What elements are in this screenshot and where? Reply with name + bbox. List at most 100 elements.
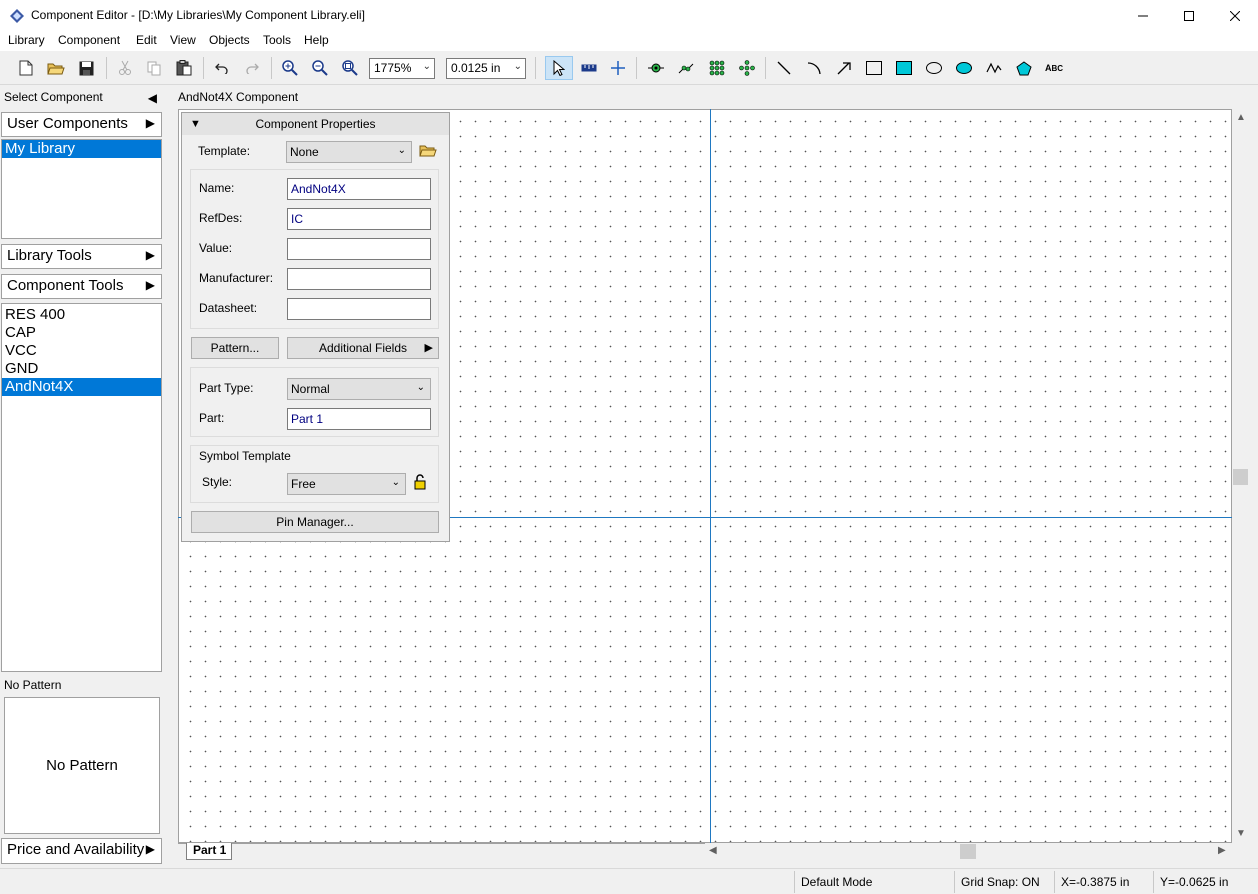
additional-fields-button[interactable]: Additional Fields ▶ [287,337,439,359]
arc-tool-button[interactable] [801,56,827,80]
value-field[interactable] [287,238,431,260]
pattern-preview-text: No Pattern [46,757,118,774]
line-icon [777,61,791,75]
open-button[interactable] [43,56,69,80]
component-list[interactable]: RES 400 CAP VCC GND AndNot4X [1,303,162,672]
pin-tool-button[interactable] [643,56,669,80]
zoom-select[interactable]: 1775% ⌄ [369,58,435,79]
template-select[interactable]: None ⌄ [286,141,412,163]
minimize-button[interactable] [1120,0,1166,31]
list-item[interactable]: VCC [2,342,161,360]
list-item[interactable]: RES 400 [2,306,161,324]
scroll-left-icon[interactable]: ◀ [709,845,717,856]
menu-component[interactable]: Component [58,33,120,47]
rectangle-tool-button[interactable] [861,56,887,80]
scroll-right-icon[interactable]: ▶ [1218,845,1226,856]
list-item[interactable]: CAP [2,324,161,342]
maximize-button[interactable] [1166,0,1212,31]
save-button[interactable] [73,56,99,80]
arrow-tool-button[interactable] [831,56,857,80]
title-bar: Component Editor - [D:\My Libraries\My C… [0,0,1258,31]
copy-icon [147,61,160,75]
scroll-down-icon[interactable]: ▼ [1236,828,1246,839]
origin-axis-vertical [710,109,711,843]
manufacturer-field[interactable] [287,268,431,290]
menu-library[interactable]: Library [8,33,45,47]
new-button[interactable] [13,56,39,80]
datasheet-field[interactable] [287,298,431,320]
pin-manager-button[interactable]: Pin Manager... [191,511,439,533]
zoom-fit-button[interactable] [337,56,363,80]
filled-rectangle-tool-button[interactable] [891,56,917,80]
pin-array-button[interactable] [673,56,699,80]
price-availability-button[interactable]: Price and Availability ▶ [1,838,162,864]
user-components-button[interactable]: User Components ▶ [1,112,162,137]
text-tool-button[interactable]: ABC [1041,56,1067,80]
pin-cross-button[interactable] [734,56,760,80]
list-item[interactable]: GND [2,360,161,378]
filled-ellipse-tool-button[interactable] [951,56,977,80]
collapse-left-icon[interactable]: ◀ [148,91,157,105]
part-field[interactable]: Part 1 [287,408,431,430]
template-open-button[interactable] [419,143,437,160]
select-tool-button[interactable] [545,56,573,80]
horizontal-scrollbar[interactable]: ◀ ▶ [705,843,1232,860]
polyline-tool-button[interactable] [981,56,1007,80]
component-tools-button[interactable]: Component Tools ▶ [1,274,162,299]
minimize-icon [1138,15,1148,16]
tab-part-1[interactable]: Part 1 [186,843,232,860]
undo-button[interactable] [209,56,235,80]
measure-tool-button[interactable] [576,56,602,80]
pattern-label: No Pattern [4,678,62,692]
grid-select[interactable]: 0.0125 in ⌄ [446,58,526,79]
library-item-my-library[interactable]: My Library [2,140,161,158]
part-type-value: Normal [291,382,330,396]
menu-tools[interactable]: Tools [263,33,291,47]
pattern-button-label: Pattern... [210,341,260,355]
cut-icon [119,60,131,75]
origin-tool-button[interactable] [605,56,631,80]
menu-help[interactable]: Help [304,33,329,47]
component-properties-header[interactable]: ▼ Component Properties [182,113,449,135]
collapse-triangle-icon[interactable]: ▼ [190,113,201,135]
polygon-tool-button[interactable] [1011,56,1037,80]
refdes-field[interactable]: IC [287,208,431,230]
redo-button[interactable] [239,56,265,80]
pin-icon [648,63,664,73]
menu-view[interactable]: View [170,33,196,47]
library-list[interactable]: My Library [1,139,162,239]
part-type-select[interactable]: Normal ⌄ [287,378,431,400]
cut-button[interactable] [112,56,138,80]
vertical-scrollbar[interactable]: ▲ ▼ [1232,109,1249,843]
filled-ellipse-icon [956,62,972,74]
horizontal-scroll-thumb[interactable] [960,844,976,859]
library-tools-button[interactable]: Library Tools ▶ [1,244,162,269]
symbol-template-label: Symbol Template [199,449,291,463]
line-tool-button[interactable] [771,56,797,80]
menu-edit[interactable]: Edit [136,33,157,47]
pattern-preview: No Pattern [4,697,160,834]
pattern-button[interactable]: Pattern... [191,337,279,359]
zoom-out-button[interactable] [307,56,333,80]
crosshair-icon [611,61,625,75]
toolbar: 1775% ⌄ 0.0125 in ⌄ ABC [0,51,1258,85]
ellipse-tool-button[interactable] [921,56,947,80]
scroll-up-icon[interactable]: ▲ [1236,112,1246,123]
triangle-right-icon: ▶ [145,248,155,262]
name-field[interactable]: AndNot4X [287,178,431,200]
menu-objects[interactable]: Objects [209,33,250,47]
zoom-in-button[interactable] [277,56,303,80]
chevron-down-icon: ⌄ [513,61,522,72]
filled-rectangle-icon [896,61,912,75]
pin-grid-button[interactable] [704,56,730,80]
style-select[interactable]: Free ⌄ [287,473,406,495]
copy-button[interactable] [141,56,167,80]
select-component-header[interactable]: Select Component ◀ [0,86,163,110]
style-value: Free [291,477,316,491]
open-folder-icon [47,63,65,75]
style-lock-button[interactable] [413,474,427,493]
list-item[interactable]: AndNot4X [2,378,161,396]
vertical-scroll-thumb[interactable] [1233,469,1248,485]
paste-button[interactable] [171,56,197,80]
close-button[interactable] [1212,0,1258,31]
